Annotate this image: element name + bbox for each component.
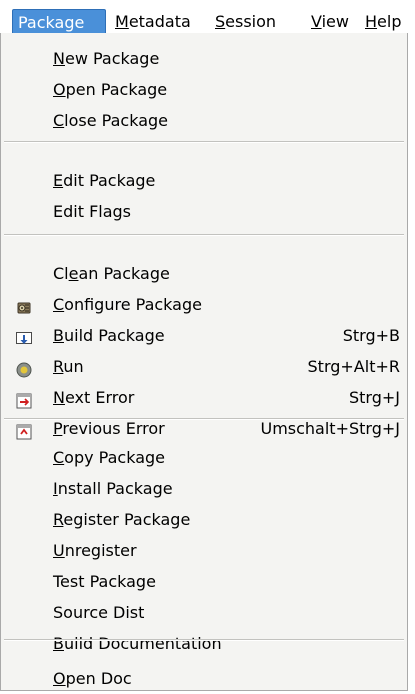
run-icon [15,358,33,378]
menubar-metadata[interactable]: Metadata [110,10,206,33]
menu-item-label: Build Documentation [53,634,222,653]
menu-item-copy-package[interactable]: Copy Package [1,442,407,473]
menu-item-open-package[interactable]: Open Package [1,74,407,105]
menu-separator [4,141,404,143]
menu-item-build-package[interactable]: Build Package Strg+B [1,320,407,351]
menu-item-label: Source Dist [53,603,145,622]
menu-bar: Package Metadata Session View Help [0,0,415,34]
menu-item-label: New Package [53,49,160,68]
menu-item-label: Configure Package [53,295,202,314]
menu-item-label: Open Package [53,80,168,99]
menubar-help[interactable]: Help [360,10,408,33]
menu-item-new-package[interactable]: New Package [1,43,407,74]
menubar-session[interactable]: Session [210,10,300,33]
menu-item-edit-package[interactable]: Edit Package [1,165,407,196]
menubar-view[interactable]: View [306,10,354,33]
menu-item-label: Register Package [53,510,191,529]
menu-item-label: Unregister [53,541,137,560]
menu-item-label: Test Package [53,572,156,591]
menu-item-label: Next Error [53,388,135,407]
menu-item-accelerator: Strg+Alt+R [307,357,400,376]
menu-item-label: Edit Flags [53,202,132,221]
menu-separator [4,418,404,420]
menu-item-accelerator: Strg+J [348,388,400,407]
menu-item-install-package[interactable]: Install Package [1,473,407,504]
menu-item-next-error[interactable]: Next Error Strg+J [1,382,407,413]
previous-error-icon [15,420,33,440]
menu-item-accelerator: Strg+B [342,326,400,345]
menu-item-build-documentation[interactable]: Build Documentation [1,628,407,659]
configure-icon [15,296,33,314]
menu-item-label: Open Doc [53,669,132,688]
menu-separator [4,639,404,641]
menu-item-unregister[interactable]: Unregister [1,535,407,566]
menu-item-label: Edit Package [53,171,156,190]
menu-item-label: Close Package [53,111,168,130]
menu-item-configure-package[interactable]: Configure Package [1,289,407,320]
package-menu-dropdown: New Package Open Package Close Package Edit… [0,33,408,691]
menu-item-open-doc[interactable]: Open Doc [1,663,407,694]
menu-item-label: Run [53,357,84,376]
menu-item-edit-flags[interactable]: Edit Flags [1,196,407,227]
menu-item-test-package[interactable]: Test Package [1,566,407,597]
menu-item-run[interactable]: Run Strg+Alt+R [1,351,407,382]
next-error-icon [15,389,33,409]
menu-item-register-package[interactable]: Register Package [1,504,407,535]
menu-separator [4,234,404,236]
menu-item-clean-package[interactable]: Clean Package [1,258,407,289]
menu-item-close-package[interactable]: Close Package [1,105,407,136]
menu-item-label: Copy Package [53,448,165,467]
build-icon [15,327,33,345]
menu-item-source-dist[interactable]: Source Dist [1,597,407,628]
menu-item-label: Install Package [53,479,173,498]
menu-item-label: Build Package [53,326,165,345]
menubar-package[interactable]: Package [12,9,106,34]
menu-item-label: Clean Package [53,264,170,283]
